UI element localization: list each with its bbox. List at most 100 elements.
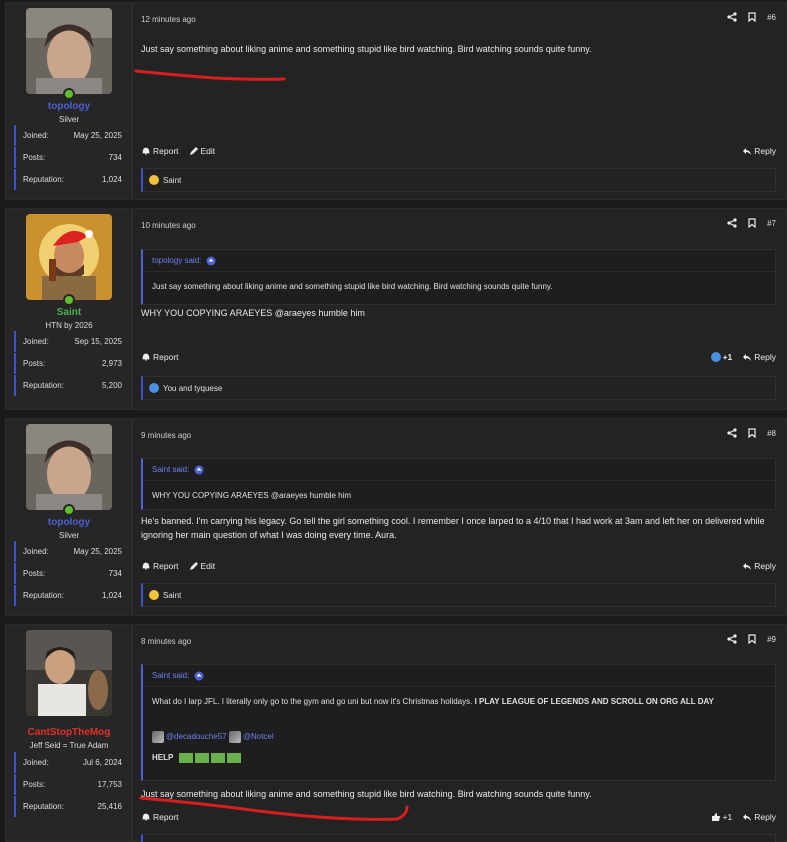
avatar[interactable] [26, 630, 112, 716]
quote-body: What do I larp JFL. I literally only go … [143, 687, 775, 772]
mention-avatar-icon [152, 730, 164, 743]
edit-pencil-icon [189, 146, 199, 156]
report-bell-icon [141, 352, 151, 362]
quote-block: Saint said: What do I larp JFL. I litera… [141, 664, 776, 781]
quote-arrow-icon[interactable] [206, 256, 216, 266]
stat-posts: Posts: 734 [14, 563, 126, 584]
reactions-users[interactable]: Saint [163, 176, 181, 185]
avatar[interactable] [26, 424, 112, 510]
author-title: Silver [58, 115, 79, 124]
reply-button[interactable]: Reply [742, 146, 776, 156]
author-username[interactable]: CantStopTheMog [6, 727, 132, 738]
reactions-bar[interactable] [141, 834, 776, 842]
avatar[interactable] [26, 8, 112, 94]
reply-arrow-icon [742, 146, 752, 156]
stat-joined: Joined: Sep 15, 2025 [14, 331, 126, 352]
like-icon [711, 812, 721, 822]
bookmark-icon[interactable] [747, 428, 757, 438]
like-count[interactable]: +1 [710, 352, 732, 362]
stat-posts: Posts: 734 [14, 147, 126, 168]
quote-body: WHY YOU COPYING ARAEYES @araeyes humble … [152, 491, 352, 500]
post-meta-actions: #9 [727, 634, 776, 644]
share-icon[interactable] [727, 218, 737, 228]
mention-link[interactable]: @Notcel [243, 732, 274, 741]
author-title: HTN by 2026 [45, 321, 93, 330]
post-meta-actions: #7 [727, 218, 776, 228]
author-stats: Joined: May 25, 2025 Posts: 734 Reputation… [14, 541, 126, 607]
stat-joined: Joined: Jul 6, 2024 [14, 752, 126, 773]
quote-block: topology said: Just say something about … [141, 249, 776, 305]
stat-posts: Posts: 17,753 [14, 774, 126, 795]
quote-header[interactable]: topology said: [143, 250, 775, 272]
avatar[interactable] [26, 214, 112, 300]
post-time[interactable]: 9 minutes ago [141, 431, 191, 440]
author-panel: topology Silver Joined: May 25, 2025 Post… [6, 419, 133, 615]
online-status-dot [63, 88, 75, 100]
report-bell-icon [141, 561, 151, 571]
post-number[interactable]: #7 [767, 219, 776, 228]
author-username[interactable]: topology [6, 517, 132, 528]
quote-author[interactable]: Saint said: [152, 671, 189, 680]
bookmark-icon[interactable] [747, 218, 757, 228]
post-meta-actions: #6 [727, 12, 776, 22]
report-button[interactable]: Report [141, 352, 179, 362]
reactions-bar[interactable]: Saint [141, 168, 776, 192]
post-message: Just say something about liking anime an… [141, 789, 592, 799]
reply-button[interactable]: Reply [742, 561, 776, 571]
laugh-emoji-icon [149, 175, 159, 185]
post-content: 10 minutes ago #7 topology said: Just sa… [141, 209, 776, 409]
quote-arrow-icon[interactable] [194, 671, 204, 681]
quote-author[interactable]: Saint said: [152, 465, 189, 474]
author-panel: topology Silver Joined: May 25, 2025 Post… [6, 3, 133, 199]
report-button[interactable]: Report [141, 146, 179, 156]
share-icon[interactable] [727, 12, 737, 22]
mentions-line: @decadouche57 @Notcel [152, 730, 766, 743]
post-content: 9 minutes ago #8 Saint said: WHY YOU COP… [141, 419, 776, 615]
author-stats: Joined: Sep 15, 2025 Posts: 2,973 Reputati… [14, 331, 126, 397]
share-icon[interactable] [727, 428, 737, 438]
stat-reputation: Reputation: 1,024 [14, 585, 126, 606]
report-button[interactable]: Report [141, 812, 179, 822]
stat-joined: Joined: May 25, 2025 [14, 125, 126, 146]
bookmark-icon[interactable] [747, 634, 757, 644]
reply-button[interactable]: Reply [742, 812, 776, 822]
post-actions: Report +1 Reply [141, 810, 776, 824]
quote-block: Saint said: WHY YOU COPYING ARAEYES @ara… [141, 458, 776, 510]
post-content: 8 minutes ago #9 Saint said: What do I l… [141, 625, 776, 842]
author-stats: Joined: Jul 6, 2024 Posts: 17,753 Reputati… [14, 752, 126, 818]
quote-arrow-icon[interactable] [194, 465, 204, 475]
report-bell-icon [141, 146, 151, 156]
edit-button[interactable]: Edit [189, 561, 215, 571]
report-bell-icon [141, 812, 151, 822]
quote-author[interactable]: topology said: [152, 256, 201, 265]
post-number[interactable]: #9 [767, 635, 776, 644]
reply-button[interactable]: Reply [742, 352, 776, 362]
reactions-bar[interactable]: Saint [141, 583, 776, 607]
reactions-users[interactable]: Saint [163, 591, 181, 600]
quote-header[interactable]: Saint said: [143, 665, 775, 687]
post-time[interactable]: 8 minutes ago [141, 637, 191, 646]
share-icon[interactable] [727, 634, 737, 644]
reactions-users[interactable]: You and tyquese [163, 384, 222, 393]
post-8: topology Silver Joined: May 25, 2025 Post… [5, 418, 787, 616]
mention-link[interactable]: @decadouche57 [166, 732, 227, 741]
post-number[interactable]: #6 [767, 13, 776, 22]
post-content: 12 minutes ago #6 Just say something abo… [141, 3, 776, 199]
post-message: WHY YOU COPYING ARAEYES @araeyes humble … [141, 308, 365, 318]
author-username[interactable]: Saint [6, 307, 132, 318]
quote-header[interactable]: Saint said: [143, 459, 775, 481]
edit-button[interactable]: Edit [189, 146, 215, 156]
laugh-emoji-icon [149, 590, 159, 600]
like-button[interactable]: +1 [711, 812, 732, 822]
report-button[interactable]: Report [141, 561, 179, 571]
online-status-dot [63, 504, 75, 516]
help-line: HELP [152, 751, 766, 764]
post-time[interactable]: 10 minutes ago [141, 221, 196, 230]
bookmark-icon[interactable] [747, 12, 757, 22]
post-time[interactable]: 12 minutes ago [141, 15, 196, 24]
author-title: Jeff Seid = True Adam [29, 741, 109, 750]
author-username[interactable]: topology [6, 101, 132, 112]
post-number[interactable]: #8 [767, 429, 776, 438]
online-status-dot [63, 294, 75, 306]
reactions-bar[interactable]: You and tyquese [141, 376, 776, 400]
